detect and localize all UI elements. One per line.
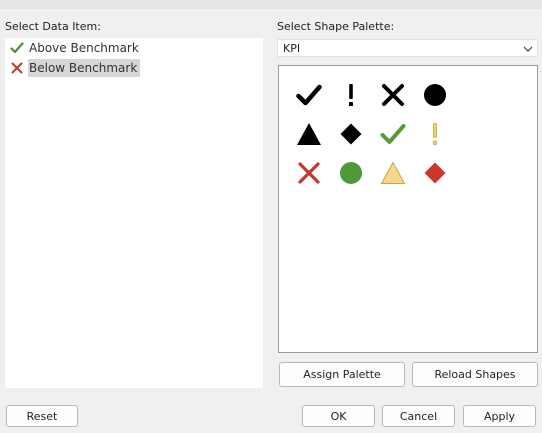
list-item-label: Above Benchmark (29, 41, 139, 55)
red-x-icon (9, 60, 25, 76)
list-item-below-benchmark[interactable]: Below Benchmark (5, 58, 263, 78)
cancel-button[interactable]: Cancel (382, 405, 455, 427)
green-check-icon[interactable] (372, 114, 414, 153)
black-circle-icon[interactable] (414, 75, 456, 114)
green-circle-icon[interactable] (330, 153, 372, 192)
list-item-above-benchmark[interactable]: Above Benchmark (5, 38, 263, 58)
data-item-list[interactable]: Above Benchmark Below Benchmark (5, 38, 263, 388)
black-triangle-icon[interactable] (288, 114, 330, 153)
green-check-icon (9, 40, 25, 56)
chevron-down-icon (523, 42, 533, 55)
assign-palette-button[interactable]: Assign Palette (279, 362, 405, 387)
title-strip (0, 0, 542, 9)
shape-palette-dropdown[interactable]: KPI (277, 39, 538, 57)
shape-palette-panel[interactable] (278, 65, 538, 353)
list-item-label: Below Benchmark (28, 59, 141, 77)
yellow-exclamation-icon[interactable] (414, 114, 456, 153)
select-data-item-label: Select Data Item: (5, 20, 101, 33)
red-diamond-icon[interactable] (414, 153, 456, 192)
red-x-icon[interactable] (288, 153, 330, 192)
yellow-triangle-icon[interactable] (372, 153, 414, 192)
reload-shapes-button[interactable]: Reload Shapes (412, 362, 538, 387)
ok-button[interactable]: OK (302, 405, 375, 427)
black-diamond-icon[interactable] (330, 114, 372, 153)
black-x-icon[interactable] (372, 75, 414, 114)
select-shape-palette-label: Select Shape Palette: (277, 20, 395, 33)
black-check-icon[interactable] (288, 75, 330, 114)
shape-palette-value: KPI (283, 41, 301, 55)
reset-button[interactable]: Reset (6, 405, 78, 427)
black-exclamation-icon[interactable] (330, 75, 372, 114)
apply-button[interactable]: Apply (463, 405, 536, 427)
